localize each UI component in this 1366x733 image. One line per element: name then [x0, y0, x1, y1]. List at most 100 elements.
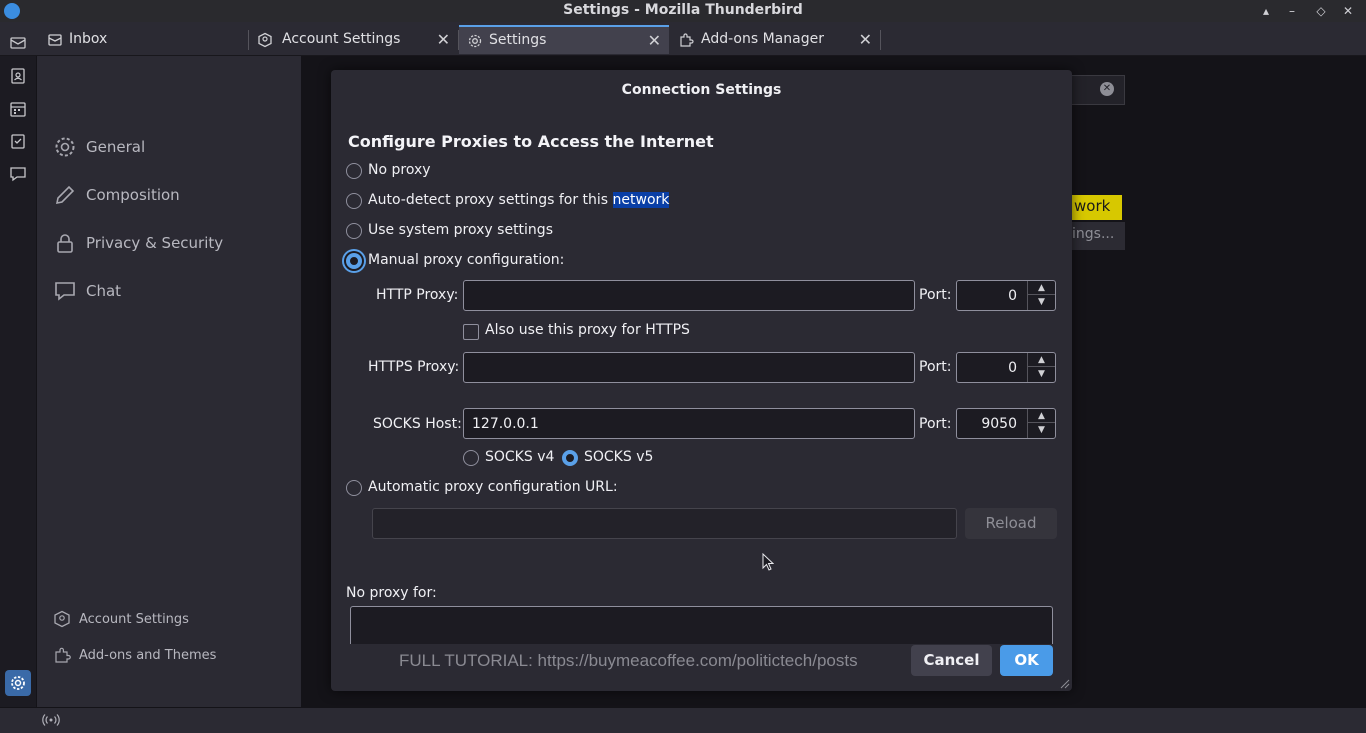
reload-button[interactable]: Reload	[965, 508, 1057, 539]
also-https-label[interactable]: Also use this proxy for HTTPS	[485, 322, 690, 338]
auto-url-radio[interactable]	[346, 480, 362, 496]
connection-settings-dialog: Connection Settings Configure Proxies to…	[331, 70, 1072, 691]
spin-up-icon[interactable]: ▲	[1028, 281, 1055, 295]
tab-bar: Inbox Account Settings ✕ Settings ✕ Add-…	[0, 22, 1366, 56]
dialog-title: Connection Settings	[621, 82, 782, 98]
maximize-button[interactable]: ◇	[1311, 1, 1331, 21]
account-icon	[54, 610, 70, 628]
puzzle-icon	[55, 647, 71, 663]
http-port-value: 0	[1008, 288, 1017, 304]
resize-grip-icon[interactable]	[1060, 679, 1070, 689]
minimize-button[interactable]: –	[1282, 1, 1302, 21]
settings-space-button[interactable]	[5, 670, 31, 696]
spin-down-icon[interactable]: ▼	[1028, 367, 1055, 381]
minimize-panel-icon[interactable]: ▴	[1256, 1, 1276, 21]
mail-space-icon[interactable]	[9, 34, 27, 52]
close-window-button[interactable]: ✕	[1338, 1, 1358, 21]
no-proxy-radio[interactable]	[346, 163, 362, 179]
close-icon[interactable]: ✕	[437, 30, 450, 49]
gear-icon	[55, 137, 75, 157]
chat-space-icon[interactable]	[9, 165, 27, 183]
spin-up-icon[interactable]: ▲	[1028, 409, 1055, 423]
https-port-stepper[interactable]: 0 ▲ ▼	[956, 352, 1056, 383]
pencil-icon	[55, 185, 75, 205]
https-proxy-input[interactable]	[463, 352, 915, 383]
nav-item-composition[interactable]: Composition	[53, 181, 283, 211]
http-port-stepper[interactable]: 0 ▲ ▼	[956, 280, 1056, 311]
calendar-icon[interactable]	[9, 100, 27, 118]
spin-up-icon[interactable]: ▲	[1028, 353, 1055, 367]
system-proxy-radio[interactable]	[346, 223, 362, 239]
socks-host-input[interactable]	[463, 408, 915, 439]
auto-detect-highlight: network	[612, 192, 670, 208]
close-icon[interactable]: ✕	[859, 30, 872, 49]
gear-icon	[11, 676, 25, 690]
nav-item-label: General	[86, 138, 146, 156]
auto-url-input[interactable]	[372, 508, 957, 539]
socks-v5-radio[interactable]	[562, 450, 578, 466]
mail-icon	[48, 34, 62, 46]
auto-detect-radio[interactable]	[346, 193, 362, 209]
tab-account-settings[interactable]: Account Settings ✕	[249, 26, 459, 54]
nav-addons-themes[interactable]: Add-ons and Themes	[53, 645, 283, 667]
spaces-toolbar	[0, 56, 37, 707]
clear-search-icon[interactable]: ✕	[1100, 82, 1114, 96]
nav-item-label: Add-ons and Themes	[79, 648, 217, 663]
auto-url-label[interactable]: Automatic proxy configuration URL:	[368, 479, 618, 495]
spin-down-icon[interactable]: ▼	[1028, 295, 1055, 309]
auto-detect-label[interactable]: Auto-detect proxy settings for this netw…	[368, 192, 670, 208]
close-icon[interactable]: ✕	[648, 31, 661, 50]
nav-item-privacy-security[interactable]: Privacy & Security	[53, 229, 283, 259]
socks-v4-radio[interactable]	[463, 450, 479, 466]
nav-item-chat[interactable]: Chat	[53, 277, 283, 307]
http-proxy-label: HTTP Proxy:	[376, 287, 459, 303]
nav-item-general[interactable]: General	[53, 133, 283, 163]
gear-icon	[468, 34, 482, 48]
window-title: Settings - Mozilla Thunderbird	[563, 2, 803, 18]
nav-account-settings[interactable]: Account Settings	[53, 609, 283, 631]
tab-settings-label: Settings	[489, 32, 547, 48]
nav-item-label: Composition	[86, 186, 180, 204]
https-proxy-label: HTTPS Proxy:	[368, 359, 460, 375]
socks-port-label: Port:	[919, 416, 952, 432]
manual-proxy-label[interactable]: Manual proxy configuration:	[368, 252, 564, 268]
online-status-icon[interactable]	[42, 713, 60, 727]
manual-proxy-radio[interactable]	[346, 253, 362, 269]
tab-settings[interactable]: Settings ✕	[459, 25, 669, 54]
tutorial-overlay-text: FULL TUTORIAL: https://buymeacoffee.com/…	[399, 651, 858, 670]
socks-host-label: SOCKS Host:	[373, 416, 462, 432]
also-https-checkbox[interactable]	[463, 324, 479, 340]
tasks-icon[interactable]	[9, 132, 27, 150]
tab-inbox[interactable]: Inbox	[39, 26, 249, 54]
https-port-label: Port:	[919, 359, 952, 375]
network-settings-button[interactable]: ings...	[1072, 222, 1125, 250]
http-proxy-input[interactable]	[463, 280, 915, 311]
puzzle-icon	[680, 33, 694, 47]
lock-icon	[57, 234, 73, 253]
account-icon	[258, 32, 272, 48]
socks-port-value: 9050	[981, 416, 1017, 432]
http-port-label: Port:	[919, 287, 952, 303]
cancel-button[interactable]: Cancel	[911, 645, 992, 676]
chat-icon	[55, 282, 75, 301]
search-highlight: work	[1072, 195, 1122, 220]
socks-v4-label[interactable]: SOCKS v4	[485, 449, 554, 465]
socks-v5-label[interactable]: SOCKS v5	[584, 449, 653, 465]
tab-addons-manager[interactable]: Add-ons Manager ✕	[670, 26, 881, 54]
ok-button[interactable]: OK	[1000, 645, 1053, 676]
tab-inbox-label: Inbox	[69, 31, 108, 47]
address-book-icon[interactable]	[9, 67, 27, 85]
https-port-value: 0	[1008, 360, 1017, 376]
no-proxy-label[interactable]: No proxy	[368, 162, 431, 178]
system-proxy-label[interactable]: Use system proxy settings	[368, 222, 553, 238]
socks-port-stepper[interactable]: 9050 ▲ ▼	[956, 408, 1056, 439]
nav-item-label: Chat	[86, 282, 122, 300]
no-proxy-for-label: No proxy for:	[346, 585, 437, 601]
nav-item-label: Account Settings	[79, 612, 189, 627]
mouse-cursor-icon	[762, 553, 774, 571]
nav-item-label: Privacy & Security	[86, 234, 224, 252]
no-proxy-for-textarea[interactable]	[350, 606, 1053, 644]
settings-sidebar: General Composition Privacy & Security C…	[37, 56, 301, 707]
title-bar: Settings - Mozilla Thunderbird ▴ – ◇ ✕	[0, 0, 1366, 22]
spin-down-icon[interactable]: ▼	[1028, 423, 1055, 437]
